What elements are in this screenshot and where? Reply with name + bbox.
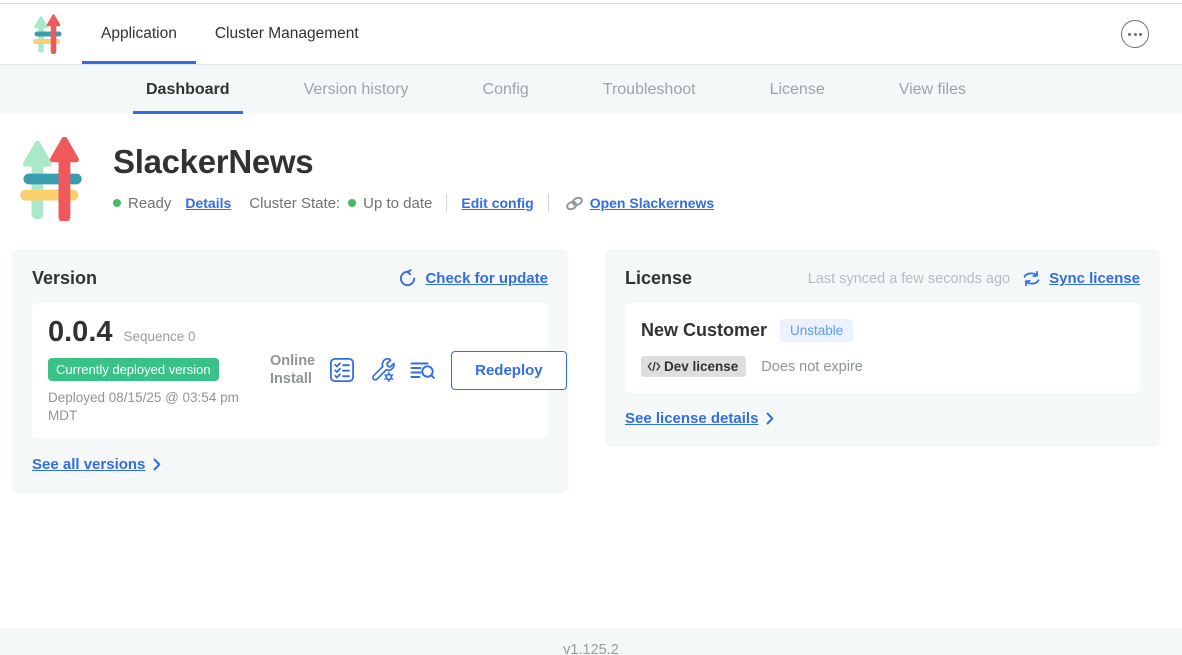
tab-application[interactable]: Application xyxy=(82,4,196,64)
license-type-label: Dev license xyxy=(664,359,738,374)
console-version: v1.125.2 xyxy=(563,642,619,655)
open-app-link[interactable]: Open Slackernews xyxy=(565,195,715,212)
check-for-update-link[interactable]: Check for update xyxy=(398,269,548,288)
current-version-panel: 0.0.4 Sequence 0 Currently deployed vers… xyxy=(32,303,548,439)
subnav-config-label: Config xyxy=(483,81,529,99)
chain-link-icon xyxy=(565,195,584,212)
redeploy-button[interactable]: Redeploy xyxy=(451,351,567,390)
check-for-update-label: Check for update xyxy=(425,270,548,287)
subnav-item-dashboard[interactable]: Dashboard xyxy=(133,65,243,114)
license-expiry: Does not expire xyxy=(761,359,863,375)
slackernews-logo-icon xyxy=(33,14,62,54)
see-all-versions-label: See all versions xyxy=(32,456,145,473)
wrench-gear-icon[interactable] xyxy=(369,357,395,383)
divider xyxy=(446,194,447,212)
license-details-panel: New Customer Unstable Dev license xyxy=(625,303,1140,393)
slackernews-logo-large-icon xyxy=(20,137,83,226)
install-type-label: Online Install xyxy=(270,352,315,388)
see-license-details-link[interactable]: See license details xyxy=(625,410,1140,427)
chevron-right-icon xyxy=(766,412,774,425)
tab-cluster-management-label: Cluster Management xyxy=(215,25,359,43)
license-card-title: License xyxy=(625,268,692,289)
top-navbar: Application Cluster Management xyxy=(0,4,1182,65)
status-details-link[interactable]: Details xyxy=(185,195,231,211)
subnav-dashboard-label: Dashboard xyxy=(146,81,230,99)
version-sequence: Sequence 0 xyxy=(124,329,196,344)
sync-license-label: Sync license xyxy=(1049,270,1140,287)
cluster-state-label: Cluster State: xyxy=(249,195,340,212)
subnav-version-history-label: Version history xyxy=(304,81,409,99)
code-icon xyxy=(647,360,661,373)
tab-cluster-management[interactable]: Cluster Management xyxy=(196,4,378,64)
overflow-menu-button[interactable] xyxy=(1121,20,1149,48)
chevron-right-icon xyxy=(153,458,161,471)
cluster-state-value: Up to date xyxy=(363,195,432,212)
dashboard-main: SlackerNews Ready Details Cluster State:… xyxy=(0,137,1182,628)
see-license-details-label: See license details xyxy=(625,410,758,427)
subnav-troubleshoot-label: Troubleshoot xyxy=(603,81,696,99)
console-footer: v1.125.2 xyxy=(0,628,1182,655)
version-card-title: Version xyxy=(32,268,97,289)
version-number: 0.0.4 xyxy=(48,316,113,349)
app-status-dot xyxy=(113,199,121,207)
license-type-badge: Dev license xyxy=(641,356,746,377)
edit-config-link[interactable]: Edit config xyxy=(461,195,533,211)
open-app-label: Open Slackernews xyxy=(590,195,715,211)
refresh-icon xyxy=(398,269,417,288)
subnav-item-license[interactable]: License xyxy=(757,65,838,114)
subnav-item-troubleshoot[interactable]: Troubleshoot xyxy=(590,65,709,114)
app-header: SlackerNews Ready Details Cluster State:… xyxy=(20,137,1182,226)
page-title: SlackerNews xyxy=(113,143,714,181)
version-card: Version Check for update 0.0.4 Sequ xyxy=(12,249,568,493)
subnav-item-version-history[interactable]: Version history xyxy=(291,65,422,114)
license-last-synced: Last synced a few seconds ago xyxy=(808,271,1010,287)
subnav-item-view-files[interactable]: View files xyxy=(886,65,979,114)
customer-name: New Customer xyxy=(641,320,767,341)
deployed-timestamp: Deployed 08/15/25 @ 03:54 pm MDT xyxy=(48,389,263,424)
subnav-license-label: License xyxy=(770,81,825,99)
view-logs-icon[interactable] xyxy=(409,357,436,383)
deployed-version-badge: Currently deployed version xyxy=(48,358,219,381)
tab-application-label: Application xyxy=(101,25,177,43)
preflight-checks-icon[interactable] xyxy=(329,357,355,383)
sync-license-link[interactable]: Sync license xyxy=(1022,270,1140,287)
subnav-item-config[interactable]: Config xyxy=(470,65,542,114)
license-card: License Last synced a few seconds ago Sy… xyxy=(605,249,1160,447)
app-subnav: Dashboard Version history Config Trouble… xyxy=(0,65,1182,114)
channel-badge: Unstable xyxy=(780,319,853,342)
see-all-versions-link[interactable]: See all versions xyxy=(32,456,548,473)
app-status-text: Ready xyxy=(128,195,171,212)
cluster-state-dot xyxy=(348,199,356,207)
divider xyxy=(548,194,549,212)
sync-arrows-icon xyxy=(1022,270,1041,287)
subnav-view-files-label: View files xyxy=(899,81,966,99)
